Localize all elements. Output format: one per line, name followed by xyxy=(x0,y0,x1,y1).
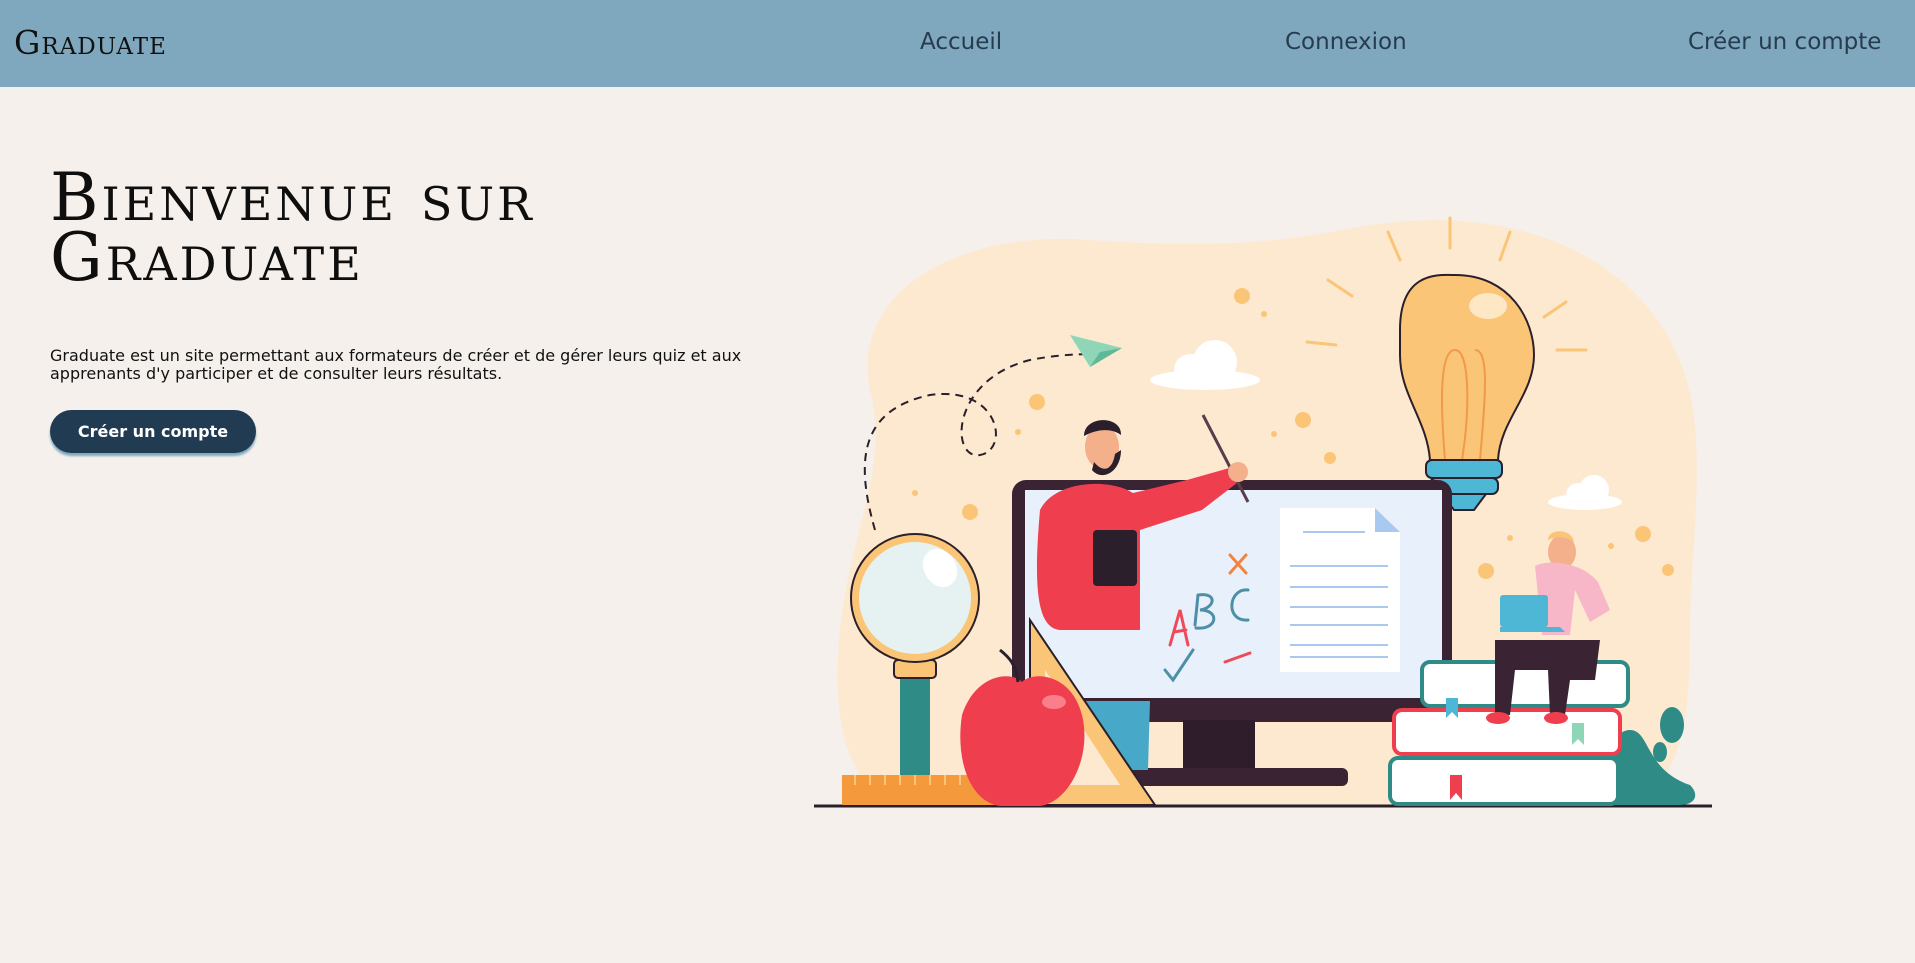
navbar: Graduate Accueil Connexion Créer un comp… xyxy=(0,0,1915,87)
nav-link-signup[interactable]: Créer un compte xyxy=(1688,27,1881,57)
hero-description: Graduate est un site permettant aux form… xyxy=(50,346,742,383)
nav-link-home[interactable]: Accueil xyxy=(920,27,1002,57)
site-logo[interactable]: Graduate xyxy=(14,26,167,60)
nav-link-login[interactable]: Connexion xyxy=(1285,27,1407,57)
hero-title-line-2: Graduate xyxy=(50,219,364,296)
create-account-button[interactable]: Créer un compte xyxy=(50,410,256,453)
education-illustration xyxy=(814,216,1712,808)
hero-title: Bienvenue sur Graduate xyxy=(50,165,535,296)
